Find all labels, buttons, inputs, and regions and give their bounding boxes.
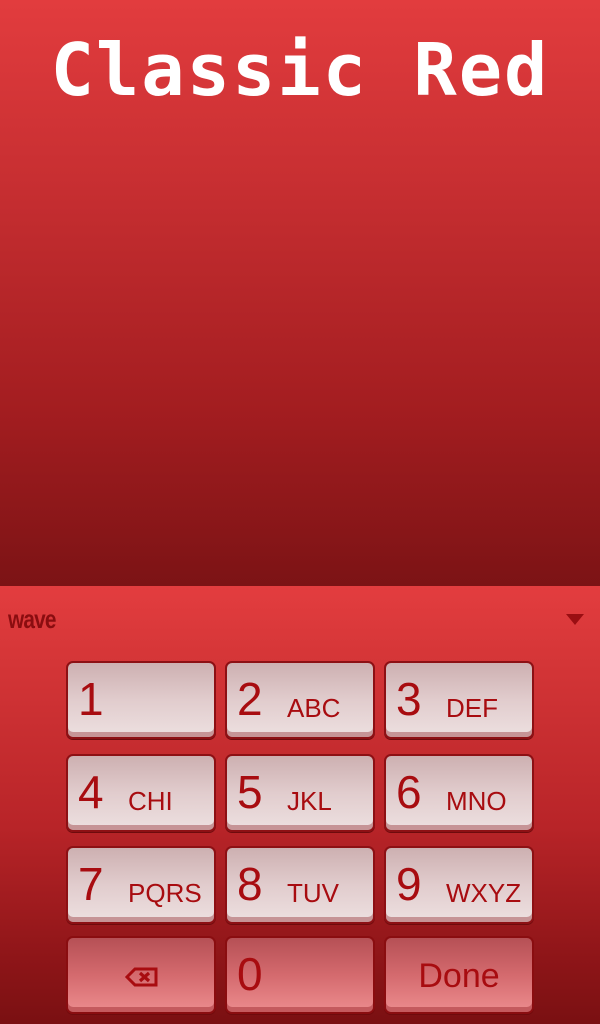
key-5[interactable]: 5 JKL (225, 754, 375, 832)
backspace-button[interactable] (66, 936, 216, 1014)
key-8[interactable]: 8 TUV (225, 846, 375, 924)
key-3[interactable]: 3 DEF (384, 661, 534, 739)
key-digit: 1 (78, 673, 104, 725)
key-digit: 5 (237, 766, 263, 818)
brand-logo: wave (8, 604, 56, 634)
key-0[interactable]: 0 (225, 936, 375, 1014)
chevron-down-icon[interactable] (566, 614, 584, 625)
numeric-keyboard: wave 1 2 ABC 3 DEF 4 CHI 5 JKL 6 MNO 7 P… (0, 586, 600, 1024)
key-6[interactable]: 6 MNO (384, 754, 534, 832)
key-digit: 0 (237, 948, 263, 1000)
key-letters: JKL (287, 786, 332, 816)
done-label: Done (418, 957, 500, 995)
key-digit: 2 (237, 673, 263, 725)
key-2[interactable]: 2 ABC (225, 661, 375, 739)
key-9[interactable]: 9 WXYZ (384, 846, 534, 924)
key-letters: PQRS (128, 878, 202, 908)
key-letters: CHI (128, 786, 173, 816)
key-letters: DEF (446, 693, 498, 723)
key-digit: 7 (78, 858, 104, 910)
key-digit: 3 (396, 673, 422, 725)
key-letters: MNO (446, 786, 507, 816)
backspace-icon (125, 967, 158, 987)
theme-title: Classic Red (50, 28, 550, 112)
key-digit: 9 (396, 858, 422, 910)
key-1[interactable]: 1 (66, 661, 216, 739)
key-digit: 4 (78, 766, 104, 818)
keyboard-toolbar: wave (0, 586, 600, 656)
key-digit: 6 (396, 766, 422, 818)
key-4[interactable]: 4 CHI (66, 754, 216, 832)
key-7[interactable]: 7 PQRS (66, 846, 216, 924)
preview-area: Classic Red (0, 0, 600, 586)
key-digit: 8 (237, 858, 263, 910)
key-letters: TUV (287, 878, 339, 908)
done-button[interactable]: Done (384, 936, 534, 1014)
key-letters: WXYZ (446, 878, 522, 908)
key-letters: ABC (287, 693, 341, 723)
